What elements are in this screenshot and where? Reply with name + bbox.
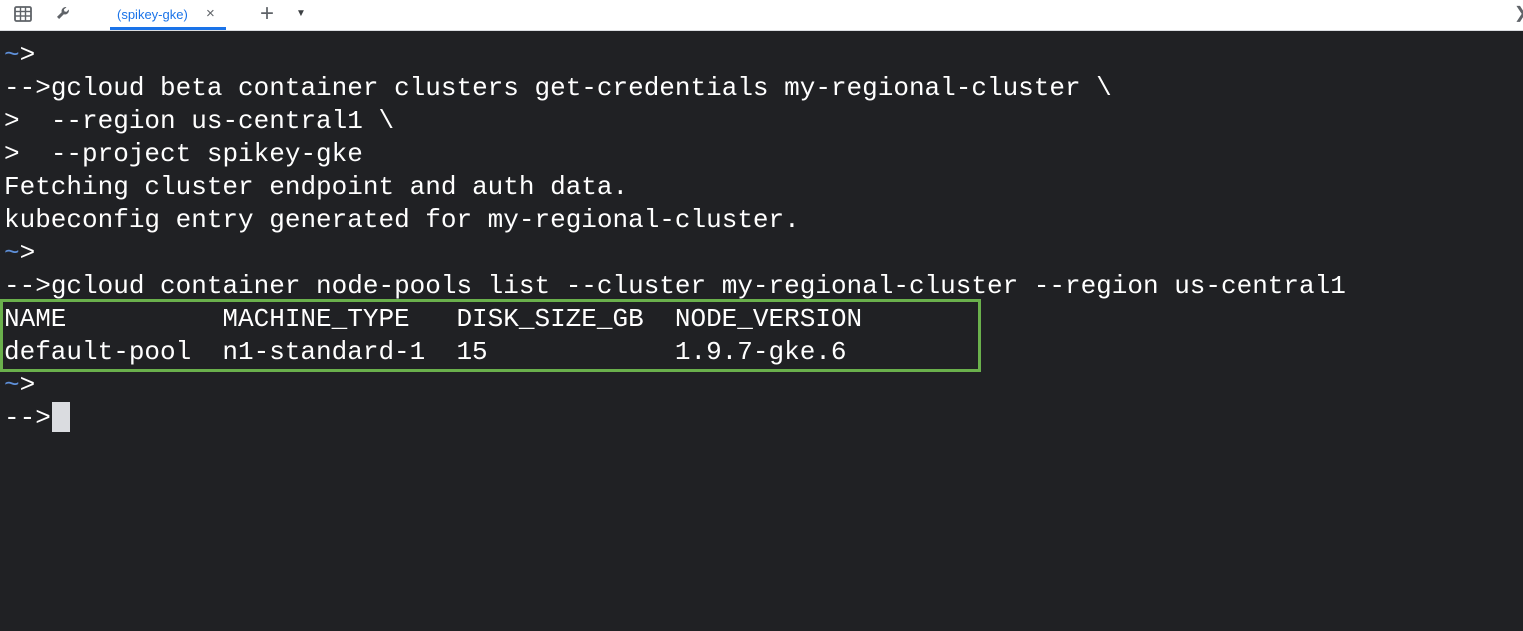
prompt-line: ~> bbox=[4, 40, 36, 70]
tab-spikey-gke[interactable]: (spikey-gke) × bbox=[110, 0, 226, 30]
tab-bar: (spikey-gke) × + ▼ ❯ bbox=[0, 0, 1523, 31]
terminal-output[interactable]: ~> -->gcloud beta container clusters get… bbox=[0, 31, 1523, 631]
close-icon[interactable]: × bbox=[206, 5, 215, 23]
wrench-icon[interactable] bbox=[54, 4, 74, 24]
continuation-line: > --project spikey-gke bbox=[4, 139, 363, 169]
chevron-right-icon[interactable]: ❯ bbox=[1514, 3, 1523, 23]
continuation-line: > --region us-central1 \ bbox=[4, 106, 395, 136]
active-tab-indicator bbox=[110, 27, 226, 30]
new-tab-button[interactable]: + bbox=[260, 1, 274, 27]
text-cursor bbox=[51, 402, 70, 432]
active-prompt-line: --> bbox=[4, 402, 70, 435]
prompt-line: ~> bbox=[4, 238, 36, 268]
grid-icon[interactable] bbox=[13, 4, 33, 24]
output-line: Fetching cluster endpoint and auth data. bbox=[4, 172, 629, 202]
prompt-line: ~> bbox=[4, 370, 36, 400]
command-line: -->gcloud beta container clusters get-cr… bbox=[4, 73, 1112, 103]
output-line: kubeconfig entry generated for my-region… bbox=[4, 205, 800, 235]
chevron-down-icon[interactable]: ▼ bbox=[296, 8, 306, 19]
tab-label: (spikey-gke) bbox=[117, 7, 188, 22]
highlight-box bbox=[0, 299, 981, 372]
